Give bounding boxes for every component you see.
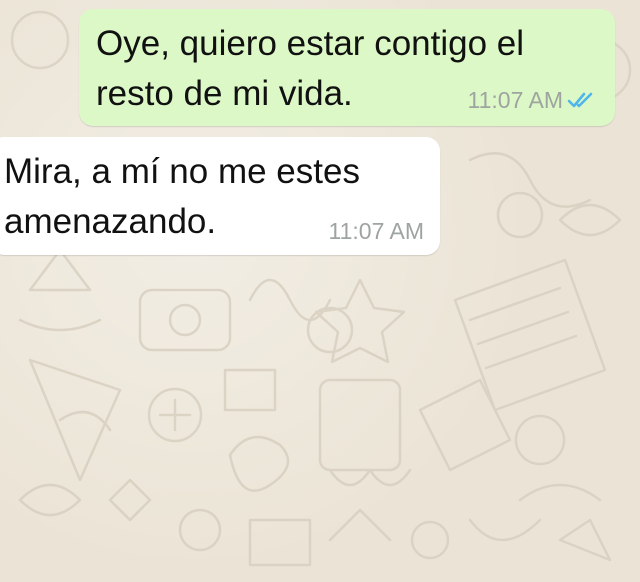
message-meta: 11:07 AM bbox=[468, 88, 597, 112]
double-check-read-icon bbox=[567, 92, 593, 108]
message-timestamp: 11:07 AM bbox=[328, 218, 424, 244]
message-timestamp: 11:07 AM bbox=[467, 87, 563, 113]
incoming-message-bubble[interactable]: Mira, a mí no me estes amenazando. 11:07… bbox=[0, 137, 440, 255]
message-line: Oye, quiero estar contigo el bbox=[96, 24, 525, 63]
message-meta: 11:07 AM bbox=[329, 219, 424, 243]
outgoing-message-bubble[interactable]: Oye, quiero estar contigo el resto de mi… bbox=[79, 9, 615, 126]
message-line: Mira, a mí no me estes bbox=[4, 152, 360, 191]
